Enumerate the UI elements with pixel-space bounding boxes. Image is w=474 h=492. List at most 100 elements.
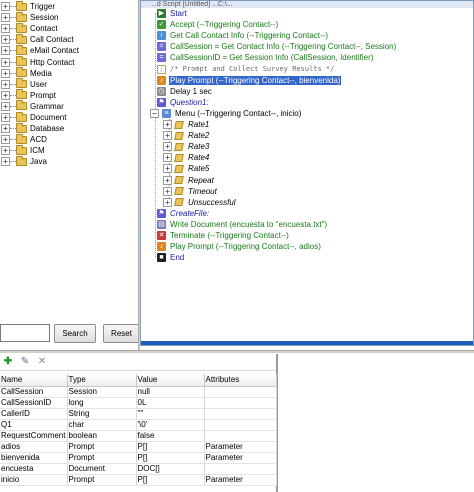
palette-item[interactable]: + User (0, 78, 138, 90)
expand-icon[interactable]: + (163, 186, 172, 196)
expand-icon[interactable]: + (163, 175, 172, 185)
palette-search-input[interactable] (0, 324, 50, 342)
expand-icon[interactable]: + (1, 157, 10, 167)
palette-item[interactable]: + Contact (0, 22, 138, 34)
script-step[interactable]: ✓ Accept (--Triggering Contact--) (157, 19, 279, 30)
expand-icon[interactable]: + (163, 120, 172, 129)
script-step[interactable]: ⚑ Question1: (157, 97, 210, 108)
variable-attributes-cell (204, 386, 277, 398)
column-header-value[interactable]: Value (136, 374, 205, 387)
palette-item[interactable]: + Java (0, 155, 138, 167)
script-step[interactable]: = CallSession = Get Contact Info (--Trigg… (157, 41, 397, 52)
column-header-type[interactable]: Type (67, 374, 137, 387)
get-info-icon: i (157, 31, 166, 41)
expand-icon[interactable]: + (1, 24, 10, 34)
palette-item[interactable]: + Document (0, 111, 138, 123)
expand-icon[interactable]: + (1, 46, 10, 56)
expand-icon[interactable]: + (1, 79, 10, 89)
variable-attributes-cell (204, 397, 277, 409)
palette-item[interactable]: + Prompt (0, 89, 138, 101)
expand-icon[interactable]: + (163, 164, 172, 174)
palette-item[interactable]: + ACD (0, 133, 138, 145)
delete-variable-icon[interactable]: ✕ (36, 356, 48, 368)
folder-icon (16, 89, 27, 100)
table-row[interactable]: CallSession Session null (0, 386, 277, 398)
script-step[interactable]: + Rate5 (163, 163, 210, 174)
folder-icon (16, 100, 27, 111)
script-step-label: /* Prompt and Collect Survey Results */ (170, 65, 335, 73)
script-step[interactable]: + Rate2 (163, 130, 210, 141)
palette-item[interactable]: + Trigger (0, 0, 138, 12)
palette-item[interactable]: + Call Contact (0, 33, 138, 45)
expand-icon[interactable]: + (163, 142, 172, 152)
expand-icon[interactable]: + (163, 153, 172, 163)
script-step[interactable]: + Rate3 (163, 141, 210, 152)
expand-icon[interactable]: + (1, 124, 10, 134)
script-editor[interactable]: ...d Script [Untitled] ...C:\... ▶ Start ✓… (140, 0, 474, 346)
table-row[interactable]: Q1 char '\0' (0, 419, 277, 431)
add-variable-icon[interactable]: ✚ (2, 356, 14, 368)
script-step[interactable]: = CallSessionID = Get Session Info (CallS… (157, 52, 374, 63)
palette-item[interactable]: + eMail Contact (0, 44, 138, 56)
script-step[interactable]: + Rate4 (163, 152, 210, 163)
script-step[interactable]: ♪ Play Prompt (--Triggering Contact--, ad… (157, 241, 322, 252)
collapse-icon[interactable]: − (150, 108, 159, 118)
expand-icon[interactable]: + (1, 101, 10, 111)
script-step[interactable]: i Get Call Contact Info (--Triggering Con… (157, 30, 329, 41)
script-step[interactable]: / /* Prompt and Collect Survey Results */ (157, 64, 335, 75)
script-step-label: CreateFile: (170, 208, 210, 218)
palette-item[interactable]: + Http Contact (0, 56, 138, 68)
expand-icon[interactable]: + (1, 146, 10, 156)
reset-button[interactable]: Reset (103, 324, 140, 343)
horizontal-splitter[interactable] (0, 350, 474, 353)
folder-icon (16, 11, 27, 22)
script-step[interactable]: + Rate1 (163, 119, 210, 130)
palette-item[interactable]: + Media (0, 67, 138, 79)
variable-name-cell: adios (0, 441, 68, 453)
expand-icon[interactable]: + (1, 90, 10, 100)
expand-icon[interactable]: + (1, 2, 10, 11)
rate-icon (174, 131, 184, 140)
palette-item[interactable]: + Grammar (0, 100, 138, 112)
column-header-attributes[interactable]: Attributes (204, 374, 277, 387)
column-header-name[interactable]: Name (0, 374, 68, 387)
expand-icon[interactable]: + (1, 113, 10, 122)
script-step[interactable]: ⚑ CreateFile: (157, 208, 210, 219)
table-row[interactable]: CallSessionID long 0L (0, 397, 277, 409)
table-row[interactable]: bienvenida Prompt P[] Parameter (0, 452, 277, 464)
palette-item[interactable]: + Session (0, 11, 138, 23)
search-button[interactable]: Search (54, 324, 96, 343)
script-step[interactable]: + Unsuccessful (163, 197, 237, 208)
script-step[interactable]: + Repeat (163, 175, 215, 186)
table-row[interactable]: inicio Prompt P[] Parameter (0, 474, 277, 486)
expand-icon[interactable]: + (1, 135, 10, 145)
script-step-label: Accept (--Triggering Contact--) (170, 20, 279, 30)
script-step[interactable]: ♪ Play Prompt (--Triggering Contact--, bi… (157, 75, 342, 86)
expand-icon[interactable]: + (163, 197, 172, 207)
expand-icon[interactable]: + (163, 131, 172, 141)
script-step[interactable]: − ≡ Menu (--Triggering Contact--, inicio) (150, 108, 302, 119)
expand-icon[interactable]: + (1, 35, 10, 45)
folder-icon (16, 133, 27, 144)
editor-title-strip: ...d Script [Untitled] ...C:\... (141, 1, 473, 8)
script-step[interactable]: + Timeout (163, 186, 218, 197)
expand-icon[interactable]: + (1, 13, 10, 23)
play-prompt-icon: ♪ (157, 75, 166, 85)
variables-toolbar: ✚ ✎ ✕ (0, 354, 276, 371)
edit-variable-icon[interactable]: ✎ (19, 356, 31, 368)
table-row[interactable]: CallerID String "" (0, 408, 277, 420)
script-step[interactable]: ■ End (157, 252, 185, 263)
expand-icon[interactable]: + (1, 68, 10, 78)
expand-icon[interactable]: + (1, 57, 10, 67)
script-step[interactable]: ▶ Start (157, 8, 188, 19)
table-row[interactable]: encuesta Document DOC[] (0, 463, 277, 475)
table-row[interactable]: RequestComment boolean false (0, 430, 277, 442)
script-step[interactable]: ◷ Delay 1 sec (157, 86, 213, 97)
folder-icon (16, 67, 27, 78)
script-step[interactable]: ✕ Terminate (--Triggering Contact--) (157, 230, 290, 241)
script-step-label: Menu (--Triggering Contact--, inicio) (175, 108, 302, 118)
table-row[interactable]: adios Prompt P[] Parameter (0, 441, 277, 453)
palette-item[interactable]: + Database (0, 122, 138, 134)
script-step[interactable]: ▤ Write Document (encuesta to "encuesta.t… (157, 219, 328, 230)
palette-item[interactable]: + ICM (0, 144, 138, 156)
